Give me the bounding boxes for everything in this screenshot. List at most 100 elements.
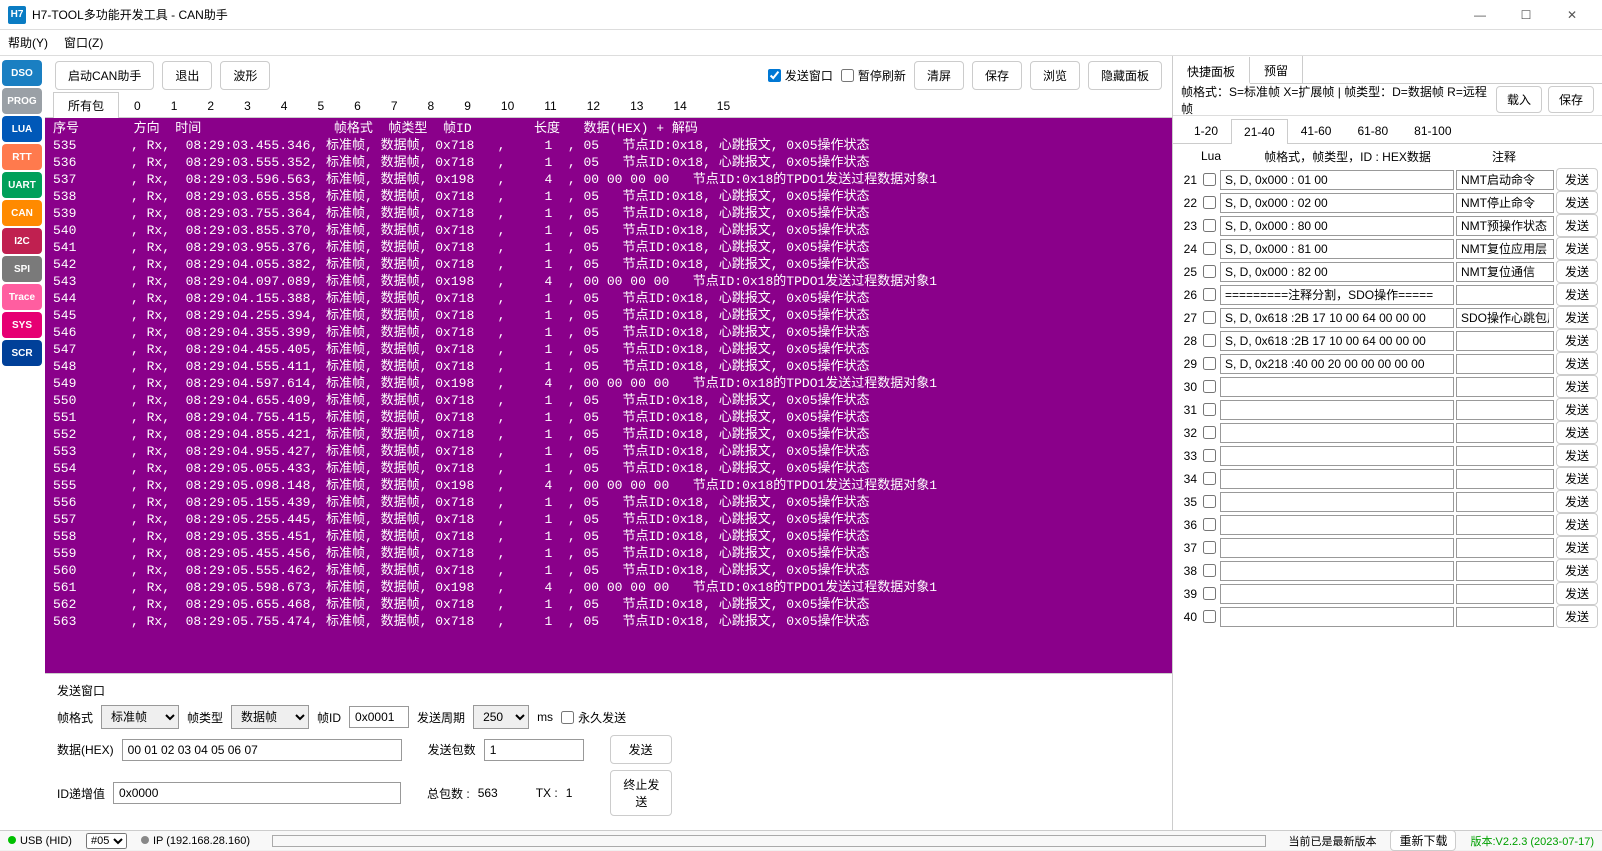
- row-data-input[interactable]: [1220, 193, 1454, 213]
- row-note-input[interactable]: [1456, 262, 1554, 282]
- row-check[interactable]: [1203, 380, 1216, 393]
- period-select[interactable]: 250: [473, 705, 529, 729]
- row-note-input[interactable]: [1456, 400, 1554, 420]
- redownload-button[interactable]: 重新下载: [1390, 830, 1456, 851]
- row-data-input[interactable]: [1220, 331, 1454, 351]
- row-send-button[interactable]: 发送: [1556, 559, 1598, 582]
- row-note-input[interactable]: [1456, 607, 1554, 627]
- sidebar-i2c[interactable]: I2C: [2, 228, 42, 254]
- device-select[interactable]: #05: [86, 833, 127, 849]
- row-send-button[interactable]: 发送: [1556, 536, 1598, 559]
- tab-2[interactable]: 2: [192, 94, 229, 117]
- row-data-input[interactable]: [1220, 239, 1454, 259]
- row-check[interactable]: [1203, 587, 1216, 600]
- row-send-button[interactable]: 发送: [1556, 467, 1598, 490]
- data-view[interactable]: 序号 方向 时间 帧格式 帧类型 帧ID 长度 数据(HEX) + 解码 535…: [45, 118, 1172, 673]
- fmt-select[interactable]: 标准帧: [101, 705, 179, 729]
- row-send-button[interactable]: 发送: [1556, 398, 1598, 421]
- row-note-input[interactable]: [1456, 377, 1554, 397]
- row-data-input[interactable]: [1220, 262, 1454, 282]
- tab-11[interactable]: 11: [529, 94, 571, 117]
- send-button[interactable]: 发送: [610, 735, 672, 764]
- menu-window[interactable]: 窗口(Z): [64, 34, 103, 51]
- page-tab-81-100[interactable]: 81-100: [1401, 118, 1464, 143]
- row-note-input[interactable]: [1456, 354, 1554, 374]
- tab-8[interactable]: 8: [413, 94, 450, 117]
- row-send-button[interactable]: 发送: [1556, 214, 1598, 237]
- sidebar-dso[interactable]: DSO: [2, 60, 42, 86]
- row-note-input[interactable]: [1456, 492, 1554, 512]
- row-note-input[interactable]: [1456, 193, 1554, 213]
- tab-13[interactable]: 13: [615, 94, 658, 117]
- wave-button[interactable]: 波形: [220, 61, 270, 90]
- row-send-button[interactable]: 发送: [1556, 283, 1598, 306]
- row-note-input[interactable]: [1456, 170, 1554, 190]
- row-note-input[interactable]: [1456, 538, 1554, 558]
- row-send-button[interactable]: 发送: [1556, 605, 1598, 628]
- row-check[interactable]: [1203, 426, 1216, 439]
- row-check[interactable]: [1203, 472, 1216, 485]
- row-check[interactable]: [1203, 311, 1216, 324]
- start-can-button[interactable]: 启动CAN助手: [55, 61, 154, 90]
- tab-all[interactable]: 所有包: [53, 92, 119, 118]
- sidebar-sys[interactable]: SYS: [2, 312, 42, 338]
- row-note-input[interactable]: [1456, 331, 1554, 351]
- tab-10[interactable]: 10: [486, 94, 529, 117]
- count-input[interactable]: [484, 739, 584, 761]
- page-tab-1-20[interactable]: 1-20: [1181, 118, 1231, 143]
- row-note-input[interactable]: [1456, 239, 1554, 259]
- row-note-input[interactable]: [1456, 469, 1554, 489]
- row-note-input[interactable]: [1456, 561, 1554, 581]
- row-send-button[interactable]: 发送: [1556, 237, 1598, 260]
- row-send-button[interactable]: 发送: [1556, 490, 1598, 513]
- row-check[interactable]: [1203, 196, 1216, 209]
- save-right-button[interactable]: 保存: [1548, 86, 1594, 113]
- row-data-input[interactable]: [1220, 400, 1454, 420]
- sidebar-prog[interactable]: PROG: [2, 88, 42, 114]
- load-button[interactable]: 载入: [1496, 86, 1542, 113]
- quick-tab[interactable]: 快捷面板: [1173, 57, 1250, 84]
- sidebar-rtt[interactable]: RTT: [2, 144, 42, 170]
- row-note-input[interactable]: [1456, 216, 1554, 236]
- row-check[interactable]: [1203, 518, 1216, 531]
- clear-button[interactable]: 清屏: [914, 61, 964, 90]
- frame-id-input[interactable]: [349, 706, 409, 728]
- tab-5[interactable]: 5: [302, 94, 339, 117]
- sidebar-spi[interactable]: SPI: [2, 256, 42, 282]
- row-send-button[interactable]: 发送: [1556, 444, 1598, 467]
- row-data-input[interactable]: [1220, 607, 1454, 627]
- row-data-input[interactable]: [1220, 538, 1454, 558]
- tab-15[interactable]: 15: [702, 94, 745, 117]
- row-send-button[interactable]: 发送: [1556, 260, 1598, 283]
- tab-3[interactable]: 3: [229, 94, 266, 117]
- sidebar-can[interactable]: CAN: [2, 200, 42, 226]
- row-note-input[interactable]: [1456, 515, 1554, 535]
- row-note-input[interactable]: [1456, 308, 1554, 328]
- reserve-tab[interactable]: 预留: [1250, 56, 1303, 83]
- row-data-input[interactable]: [1220, 561, 1454, 581]
- row-check[interactable]: [1203, 495, 1216, 508]
- row-check[interactable]: [1203, 219, 1216, 232]
- row-send-button[interactable]: 发送: [1556, 191, 1598, 214]
- row-send-button[interactable]: 发送: [1556, 513, 1598, 536]
- row-check[interactable]: [1203, 541, 1216, 554]
- row-check[interactable]: [1203, 357, 1216, 370]
- tab-14[interactable]: 14: [658, 94, 701, 117]
- row-send-button[interactable]: 发送: [1556, 421, 1598, 444]
- pause-checkbox[interactable]: 暂停刷新: [841, 67, 906, 84]
- page-tab-61-80[interactable]: 61-80: [1344, 118, 1401, 143]
- sidebar-scr[interactable]: SCR: [2, 340, 42, 366]
- row-data-input[interactable]: [1220, 285, 1454, 305]
- row-check[interactable]: [1203, 242, 1216, 255]
- sidebar-trace[interactable]: Trace: [2, 284, 42, 310]
- row-check[interactable]: [1203, 173, 1216, 186]
- row-send-button[interactable]: 发送: [1556, 329, 1598, 352]
- menu-help[interactable]: 帮助(Y): [8, 34, 48, 51]
- row-send-button[interactable]: 发送: [1556, 168, 1598, 191]
- row-check[interactable]: [1203, 265, 1216, 278]
- row-check[interactable]: [1203, 288, 1216, 301]
- hide-panel-button[interactable]: 隐藏面板: [1088, 61, 1162, 90]
- stop-button[interactable]: 终止发送: [610, 770, 672, 816]
- row-note-input[interactable]: [1456, 446, 1554, 466]
- row-send-button[interactable]: 发送: [1556, 582, 1598, 605]
